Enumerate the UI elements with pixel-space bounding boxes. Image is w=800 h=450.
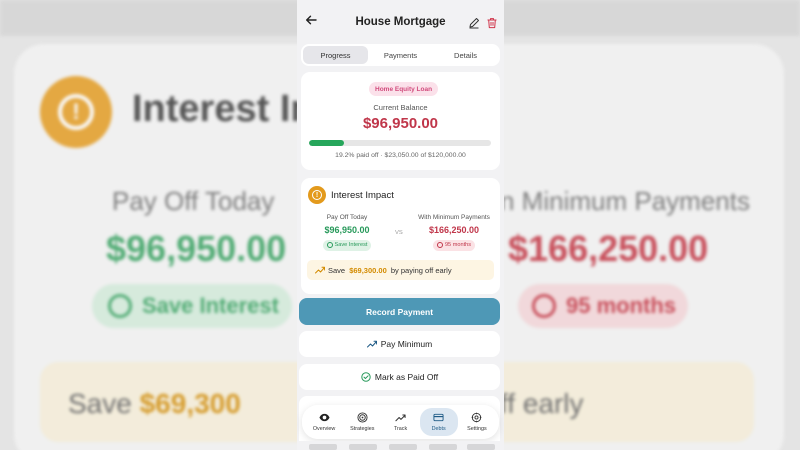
balance-card: Home Equity Loan Current Balance $96,950… xyxy=(301,72,500,170)
tab-details[interactable]: Details xyxy=(433,46,498,64)
tab-progress[interactable]: Progress xyxy=(303,46,368,64)
vs-label: VS xyxy=(395,230,403,236)
save-interest-pill: Save Interest xyxy=(322,239,372,251)
gear-icon xyxy=(472,412,482,423)
tabbar-strategies[interactable]: Strategies xyxy=(343,408,381,436)
trash-icon xyxy=(487,18,497,29)
minimum-payments-label: With Minimum Payments xyxy=(418,214,490,221)
background-right-amount: $166,250.00 xyxy=(508,228,709,269)
minimum-payments-column: With Minimum Payments $166,250.00 95 mon… xyxy=(413,214,495,253)
trending-up-icon xyxy=(315,266,325,274)
payoff-summary: 19.2% paid off · $23,050.00 of $120,000.… xyxy=(335,152,466,159)
eye-icon xyxy=(319,413,330,422)
tab-payments[interactable]: Payments xyxy=(368,46,433,64)
trending-up-icon xyxy=(366,340,377,348)
tabbar-debts[interactable]: Debts xyxy=(419,408,458,436)
bottom-tab-bar: Overview Strategies Track Debts Settings xyxy=(302,405,499,439)
delete-button[interactable] xyxy=(486,16,498,29)
background-left-amount: $96,950.00 xyxy=(106,228,287,269)
months-pill: 95 months xyxy=(432,239,476,251)
debt-type-badge: Home Equity Loan xyxy=(369,82,439,96)
phone-screen: House Mortgage Progress Payments Details… xyxy=(297,0,504,450)
background-title: Interest Im xyxy=(132,88,325,130)
background-left-label: Pay Off Today xyxy=(112,186,275,216)
check-circle-icon xyxy=(326,242,333,248)
card-icon xyxy=(433,413,444,422)
pay-off-today-amount: $96,950.00 xyxy=(324,225,370,235)
trend-icon xyxy=(395,414,406,422)
edit-button[interactable] xyxy=(468,16,480,29)
current-balance-label: Current Balance xyxy=(373,103,428,112)
current-balance-amount: $96,950.00 xyxy=(362,115,439,132)
segmented-tabs: Progress Payments Details xyxy=(301,44,500,66)
background-right-label: n Minimum Payments xyxy=(500,186,750,216)
minimum-payments-amount: $166,250.00 xyxy=(428,225,480,235)
background-save-suffix: ff early xyxy=(500,388,584,419)
tabbar-track[interactable]: Track xyxy=(381,408,419,436)
record-payment-button[interactable]: Record Payment xyxy=(299,298,500,325)
tabbar-settings[interactable]: Settings xyxy=(458,408,496,436)
pay-minimum-button[interactable]: Pay Minimum xyxy=(299,331,500,357)
target-icon xyxy=(357,412,368,423)
warning-icon: ! xyxy=(308,186,326,204)
savings-callout: Save $69,300.00 by paying off early xyxy=(307,260,494,280)
tabbar-overview[interactable]: Overview xyxy=(305,408,343,436)
clock-icon xyxy=(532,294,556,318)
background-left-pill: Save Interest xyxy=(92,284,292,328)
pay-minimum-label: Pay Minimum xyxy=(380,339,433,349)
payoff-progress-bar xyxy=(309,140,491,146)
pay-off-today-label: Pay Off Today xyxy=(326,214,368,221)
background-right-pill: 95 months xyxy=(518,284,688,328)
mark-paid-off-button[interactable]: Mark as Paid Off xyxy=(299,364,500,390)
background-save-text: Save $69,300 xyxy=(68,388,241,419)
payoff-progress-fill xyxy=(309,140,344,146)
app-header: House Mortgage xyxy=(297,0,504,44)
clock-icon xyxy=(436,242,443,248)
check-circle-icon xyxy=(361,372,371,382)
bottom-strip xyxy=(297,441,504,450)
interest-impact-card: ! Interest Impact Pay Off Today $96,950.… xyxy=(301,178,500,294)
interest-impact-title: Interest Impact xyxy=(331,190,394,201)
check-circle-icon xyxy=(108,294,132,318)
mark-paid-off-label: Mark as Paid Off xyxy=(374,372,439,382)
pencil-icon xyxy=(469,18,479,29)
background-warning-icon: ! xyxy=(40,76,112,148)
pay-off-today-column: Pay Off Today $96,950.00 Save Interest xyxy=(311,214,383,253)
